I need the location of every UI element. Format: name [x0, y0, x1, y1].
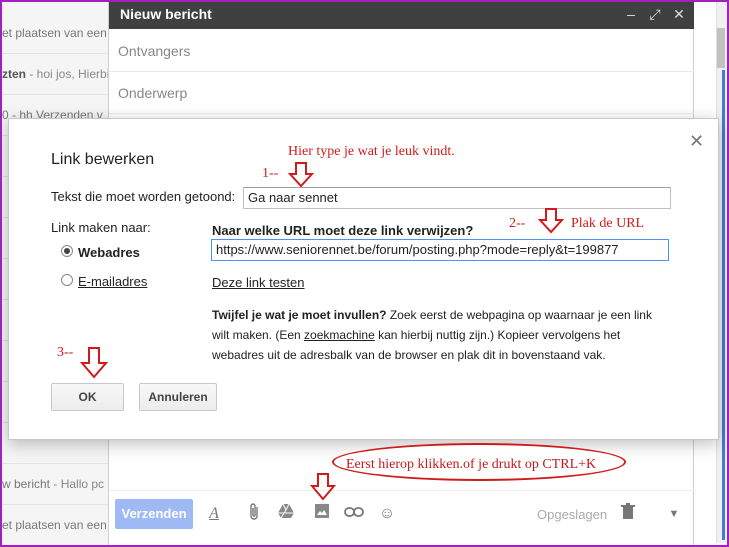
- annotation-arrow-2: [538, 208, 564, 234]
- recipients-placeholder: Ontvangers: [118, 43, 191, 59]
- inbox-row[interactable]: et plaatsen van een: [2, 505, 110, 545]
- search-engine-link[interactable]: zoekmachine: [304, 328, 375, 342]
- web-address-label[interactable]: Webadres: [78, 245, 140, 260]
- dialog-title: Link bewerken: [51, 151, 155, 168]
- minimize-icon[interactable]: –: [623, 5, 639, 23]
- emoji-icon[interactable]: ☺: [376, 503, 398, 525]
- trash-icon[interactable]: [617, 503, 639, 525]
- cancel-button[interactable]: Annuleren: [139, 383, 217, 411]
- formatting-icon[interactable]: A: [203, 503, 225, 525]
- inbox-row-sender: zten: [2, 67, 26, 81]
- url-input[interactable]: https://www.seniorennet.be/forum/posting…: [211, 239, 669, 261]
- display-text-label: Tekst die moet worden getoond:: [51, 189, 236, 204]
- annotation-step3-number: 3--: [57, 345, 74, 360]
- inbox-row[interactable]: w bericht - Hallo pc: [2, 464, 110, 505]
- inbox-row-sender: et plaatsen van een: [2, 518, 107, 532]
- inbox-row[interactable]: zten - hoi jos, Hierbi: [2, 54, 110, 95]
- display-text-input[interactable]: Ga naar sennet: [243, 187, 671, 209]
- expand-icon[interactable]: ⤢: [647, 5, 663, 23]
- insert-link-icon[interactable]: [343, 503, 365, 525]
- email-address-radio[interactable]: [61, 274, 73, 286]
- url-question: Naar welke URL moet deze link verwijzen?: [212, 223, 474, 238]
- email-address-label[interactable]: E-mailadres: [78, 274, 147, 289]
- subject-field[interactable]: Onderwerp: [109, 72, 695, 114]
- edit-link-dialog: Link bewerken ✕ Tekst die moet worden ge…: [8, 118, 719, 440]
- help-bold: Twijfel je wat je moet invullen?: [212, 308, 387, 322]
- link-to-label: Link maken naar:: [51, 220, 151, 235]
- compose-title: Nieuw bericht: [120, 6, 212, 22]
- dialog-close-icon[interactable]: ✕: [689, 131, 704, 152]
- help-text: Twijfel je wat je moet invullen? Zoek ee…: [212, 305, 672, 365]
- inbox-row[interactable]: et plaatsen van een: [2, 13, 110, 54]
- annotation-arrow-1: [288, 162, 314, 188]
- drive-icon[interactable]: [275, 503, 297, 525]
- send-button[interactable]: Verzenden: [115, 499, 193, 529]
- scrollbar-thumb[interactable]: [717, 28, 725, 68]
- ok-button[interactable]: OK: [51, 383, 124, 411]
- recipients-field[interactable]: Ontvangers: [109, 30, 695, 72]
- annotation-step1-number: 1--: [262, 166, 279, 181]
- close-icon[interactable]: ✕: [671, 5, 687, 23]
- attach-icon[interactable]: [243, 503, 265, 525]
- annotation-step2-note: Plak de URL: [571, 216, 645, 231]
- window-edge: [722, 70, 725, 540]
- web-address-radio[interactable]: [61, 245, 73, 257]
- inbox-row-sender: w bericht: [2, 477, 51, 491]
- compose-header: Nieuw bericht – ⤢ ✕: [109, 0, 695, 29]
- saved-status: Opgeslagen: [537, 507, 608, 522]
- insert-photo-icon[interactable]: [311, 503, 333, 525]
- annotation-arrow-4: [310, 473, 336, 501]
- annotation-first-click: Eerst hierop klikken.of je drukt op CTRL…: [346, 457, 597, 472]
- annotation-step2-number: 2--: [509, 216, 526, 231]
- test-link[interactable]: Deze link testen: [212, 275, 305, 290]
- annotation-arrow-3: [80, 347, 108, 379]
- subject-placeholder: Onderwerp: [118, 85, 188, 101]
- inbox-row-sender: et plaatsen van een: [2, 26, 107, 40]
- inbox-row-snippet: - Hallo pc: [50, 477, 105, 491]
- compose-toolbar: Verzenden A ☺ Opgeslagen ▼: [109, 490, 695, 545]
- annotation-step1-note: Hier type je wat je leuk vindt.: [288, 144, 455, 159]
- inbox-row-snippet: - hoi jos, Hierbi: [26, 67, 110, 81]
- more-options-icon[interactable]: ▼: [663, 503, 685, 525]
